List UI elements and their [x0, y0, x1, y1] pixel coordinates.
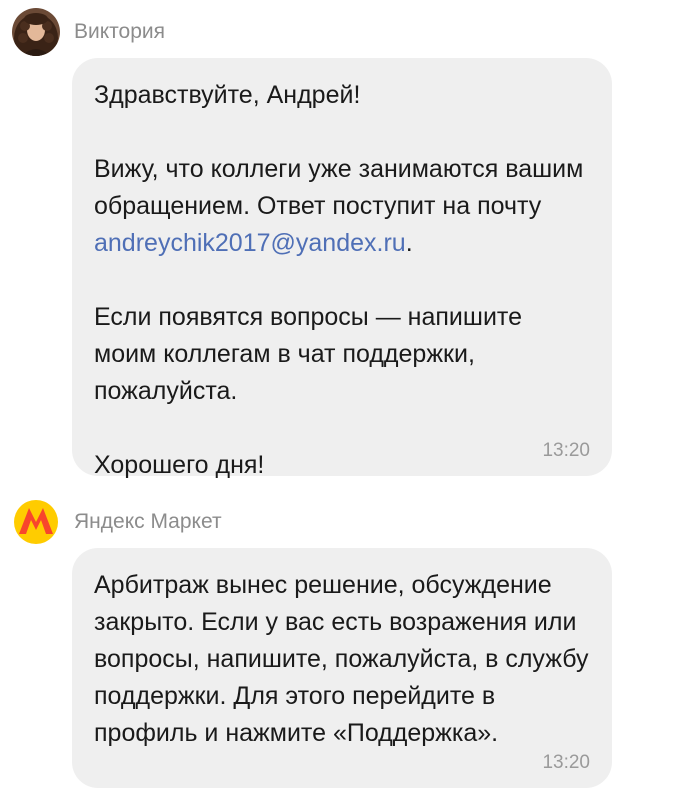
sender-name: Яндекс Маркет — [74, 510, 222, 533]
message-text: Арбитраж вынес решение, обсуждение закры… — [94, 571, 589, 747]
message-sender-victoria: Виктория — [12, 8, 165, 56]
woman-portrait-icon[interactable] — [12, 8, 60, 56]
message-text: . — [405, 229, 413, 257]
message-bubble: Здравствуйте, Андрей! Вижу, что коллеги … — [72, 58, 612, 479]
message-paragraph: Если появятся вопросы — напишите моим ко… — [94, 303, 522, 405]
message-bubble: Арбитраж вынес решение, обсуждение закры… — [72, 548, 612, 788]
message-closing: Хорошего дня! — [94, 451, 265, 479]
message-timestamp: 13:20 — [542, 752, 590, 773]
message-sender-yandex-market: Яндекс Маркет — [12, 498, 222, 546]
message-timestamp: 13:20 — [542, 440, 590, 461]
message-greeting: Здравствуйте, Андрей! — [94, 81, 361, 109]
sender-name: Виктория — [74, 20, 166, 43]
email-link[interactable]: andreychik2017@yandex.ru — [94, 229, 406, 257]
message-paragraph: Вижу, что коллеги уже занимаются вашим о… — [94, 151, 590, 262]
message-text: Вижу, что коллеги уже занимаются вашим о… — [94, 155, 584, 220]
yandex-market-logo-icon[interactable] — [12, 498, 60, 546]
